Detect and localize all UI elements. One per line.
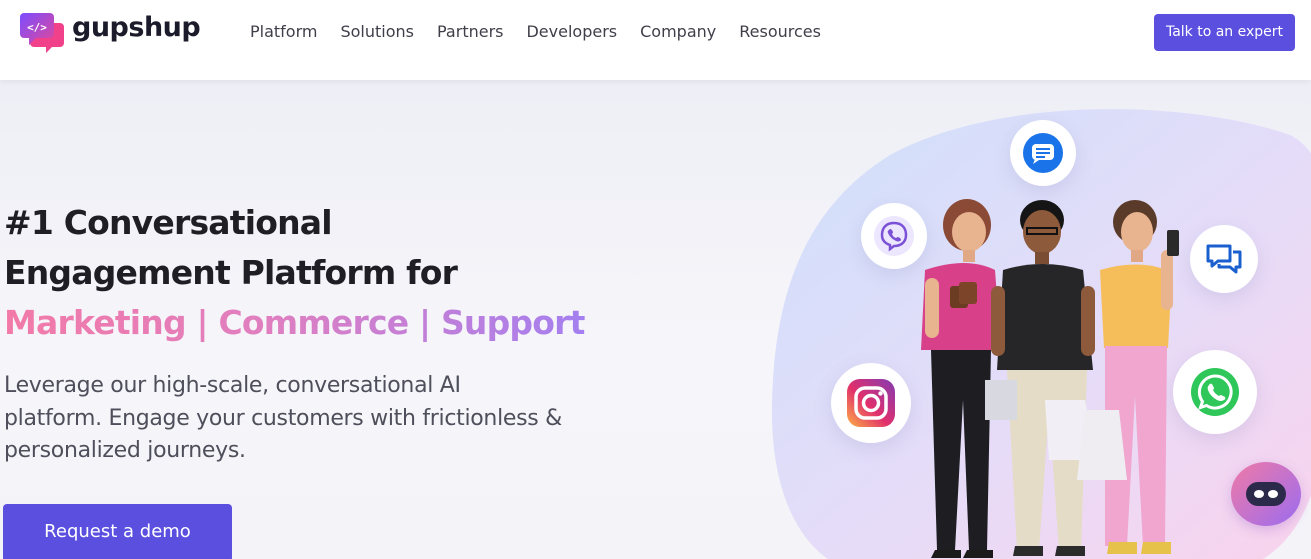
nav-item-resources[interactable]: Resources xyxy=(739,20,821,44)
google-messages-icon xyxy=(1010,120,1076,186)
hero-subtext: Leverage our high-scale, conversational … xyxy=(4,373,562,463)
people-shopping-illustration xyxy=(921,199,1179,558)
nav-item-partners[interactable]: Partners xyxy=(437,20,503,44)
main-nav: Platform Solutions Partners Developers C… xyxy=(250,20,844,44)
logo-wordmark: gupshup xyxy=(72,11,201,43)
gupshup-logo[interactable]: </> gupshup xyxy=(20,11,201,53)
robot-icon xyxy=(1246,482,1286,506)
nav-item-company[interactable]: Company xyxy=(640,20,716,44)
headline-line-2: Engagement Platform for xyxy=(4,253,458,292)
svg-text:</>: </> xyxy=(27,21,47,34)
hero-section: #1 Conversational Engagement Platform fo… xyxy=(0,80,1311,559)
talk-to-expert-button[interactable]: Talk to an expert xyxy=(1154,14,1295,51)
hero-headline: #1 Conversational Engagement Platform fo… xyxy=(4,198,624,348)
nav-item-solutions[interactable]: Solutions xyxy=(340,20,414,44)
request-demo-button[interactable]: Request a demo xyxy=(3,504,232,559)
top-navigation-bar: </> gupshup Platform Solutions Partners … xyxy=(0,0,1311,80)
nav-item-developers[interactable]: Developers xyxy=(526,20,617,44)
chatbot-launcher-button[interactable] xyxy=(1231,462,1301,526)
nav-item-platform[interactable]: Platform xyxy=(250,20,317,44)
headline-line-1: #1 Conversational xyxy=(4,203,333,242)
headline-highlight: Marketing | Commerce | Support xyxy=(4,298,585,348)
logo-icon: </> xyxy=(20,11,66,53)
